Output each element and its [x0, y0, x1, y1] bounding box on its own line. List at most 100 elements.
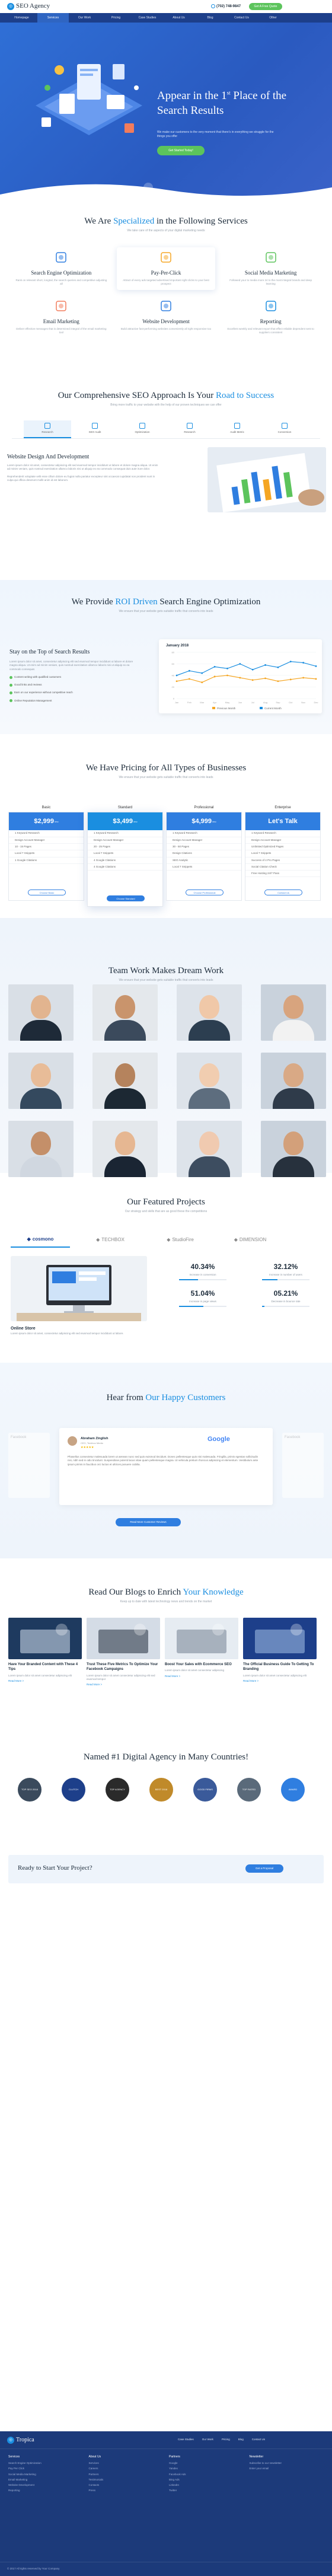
isometric-illustration — [36, 64, 142, 135]
footer: ◎ Tropica Case Studies Our Work Pricing Blog… — [0, 2431, 332, 2576]
read-more-link[interactable]: Read More > — [165, 1675, 238, 1678]
footer-link[interactable]: Social Media Marketing — [8, 2473, 83, 2476]
footer-link[interactable]: Our Work — [202, 2438, 213, 2441]
testimonial-side-left[interactable]: Facebook — [8, 1433, 50, 1498]
blog-image — [165, 1618, 238, 1659]
testimonial-side-right[interactable]: Facebook — [282, 1433, 324, 1498]
footer-logo[interactable]: ◎ Tropica — [7, 2436, 34, 2444]
tab-optimization[interactable]: Optimization — [119, 420, 166, 438]
tab-research[interactable]: Research — [24, 420, 71, 438]
team-member-photo[interactable] — [261, 984, 326, 1041]
nav-item-case-studies[interactable]: Case Studies — [132, 13, 163, 23]
nav-item-services[interactable]: Services — [37, 13, 69, 23]
nav-item-homepage[interactable]: Homepage — [6, 13, 37, 23]
blog-excerpt: Lorem ipsum dolor sit amet consectetur a… — [87, 1673, 155, 1681]
tab-audit-metric[interactable]: Audit Metric — [213, 420, 261, 438]
plan-button[interactable]: Contact Us — [264, 890, 302, 896]
team-subtitle: We ensure that your website gets suitabl… — [119, 978, 213, 982]
footer-link[interactable]: Email Marketing — [8, 2478, 83, 2482]
read-more-link[interactable]: Read More > — [87, 1683, 160, 1686]
reviewer-role: CEO, Techbox Media — [81, 1442, 103, 1445]
stat-block: 51.04% Increase in page views — [167, 1289, 238, 1308]
service-card[interactable]: Search Engine Optimization Rank on releva… — [12, 247, 111, 290]
read-reviews-button[interactable]: Read More Customer Reviews — [116, 1518, 181, 1526]
team-member-photo[interactable] — [92, 984, 158, 1041]
footer-link[interactable]: Twitter — [169, 2489, 244, 2492]
nav-item-pricing[interactable]: Pricing — [100, 13, 132, 23]
service-card[interactable]: Reporting Excellent weekly and relevant r… — [221, 296, 320, 339]
footer-link[interactable]: Case Studies — [178, 2438, 194, 2441]
team-member-photo[interactable] — [8, 1053, 74, 1109]
footer-link[interactable]: Blog — [238, 2438, 244, 2441]
footer-link[interactable]: Reporting — [8, 2489, 83, 2492]
stat-progress-fill — [262, 1306, 264, 1308]
footer-link[interactable]: Google — [169, 2462, 244, 2465]
footer-link[interactable]: Pricing — [222, 2438, 230, 2441]
team-member-photo[interactable] — [8, 1121, 74, 1177]
pricing-plan-enterprise: Enterprise Let's Talk 1 Keyword Research De… — [245, 805, 321, 907]
footer-link[interactable]: Subscribe to our newsletter — [250, 2462, 324, 2465]
blog-post[interactable]: The Official Business Guide To Getting T… — [243, 1618, 317, 1730]
nav-item-about-us[interactable]: About Us — [163, 13, 194, 23]
team-member-photo[interactable] — [177, 984, 242, 1041]
service-card[interactable]: Pay-Per-Click Attract of every ads target… — [117, 247, 216, 290]
read-more-link[interactable]: Read More > — [8, 1679, 82, 1683]
service-card[interactable]: Website Development Build attractive fast… — [117, 296, 216, 339]
team-member-photo[interactable] — [92, 1053, 158, 1109]
tab-research[interactable]: Research — [166, 420, 213, 438]
blog-post[interactable]: Boost Your Sales with Ecommerce SEO Lorem… — [165, 1618, 238, 1730]
footer-link[interactable]: Bing Ads — [169, 2478, 244, 2482]
phone-number[interactable]: (702) 748-9847 — [211, 4, 241, 9]
team-member-photo[interactable] — [177, 1121, 242, 1177]
project-logo-dimension[interactable]: ◆ DIMENSION — [221, 1232, 280, 1248]
footer-link[interactable]: Search Engine Optimization — [8, 2462, 83, 2465]
team-member-photo[interactable] — [177, 1053, 242, 1109]
projects-section: Our Featured Projects Our strategy and s… — [0, 1173, 332, 1363]
get-started-button[interactable]: Get Started Today! — [157, 146, 205, 155]
footer-link[interactable]: Enter your email — [250, 2467, 324, 2470]
project-logo-studiofire[interactable]: ◆ StudioFire — [151, 1232, 210, 1248]
plan-button[interactable]: Choose Standard — [107, 895, 145, 902]
project-logo-techbox[interactable]: ◆ TECHBOX — [81, 1232, 140, 1248]
footer-link[interactable]: Yandex — [169, 2467, 244, 2470]
service-card[interactable]: Social Media Marketing Followed your to m… — [221, 247, 320, 290]
list-item: Content writing with qualified customers — [9, 675, 140, 679]
footer-link[interactable]: Contact Us — [252, 2438, 265, 2441]
team-member-photo[interactable] — [8, 984, 74, 1041]
tab-conversion[interactable]: Conversion — [261, 420, 308, 438]
nav-item-contact-us[interactable]: Contact Us — [226, 13, 257, 23]
footer-link[interactable]: Pay Per Click — [8, 2467, 83, 2470]
approach-section: Our Comprehensive SEO Approach Is Your R… — [0, 390, 332, 580]
brand-logo[interactable]: ◎ SEO Agency — [7, 2, 50, 11]
nav-item-blog[interactable]: Blog — [194, 13, 226, 23]
footer-link[interactable]: Facebook Ads — [169, 2473, 244, 2476]
footer-link[interactable]: Partners — [89, 2473, 164, 2476]
footer-link[interactable]: Contacts — [89, 2483, 164, 2487]
free-quote-button[interactable]: Get A Free Quote — [249, 3, 282, 10]
footer-link[interactable]: Services — [89, 2462, 164, 2465]
tab-seo-audit[interactable]: SEO Audit — [71, 420, 119, 438]
read-more-link[interactable]: Read More > — [243, 1679, 317, 1683]
service-card[interactable]: Email Marketing Deliver effective message… — [12, 296, 111, 339]
footer-link[interactable]: LinkedIn — [169, 2483, 244, 2487]
get-proposal-button[interactable]: Get a Proposal — [245, 1864, 283, 1873]
nav-item-our-work[interactable]: Our Work — [69, 13, 100, 23]
footer-link[interactable]: Press — [89, 2489, 164, 2492]
footer-link[interactable]: Careers — [89, 2467, 164, 2470]
nav-item-other[interactable]: Other — [257, 13, 289, 23]
team-member-photo[interactable] — [92, 1121, 158, 1177]
plan-button[interactable]: Choose Basic — [28, 890, 66, 896]
footer-link[interactable]: Website Development — [8, 2483, 83, 2487]
service-icon — [161, 300, 171, 311]
plan-button[interactable]: Choose Professional — [186, 890, 224, 896]
blog-post[interactable]: Trust These Five Metrics To Optimize You… — [87, 1618, 160, 1730]
blog-post[interactable]: Have Your Branded Content with These 4 T… — [8, 1618, 82, 1730]
award-badge: TOP SEO 2018 — [18, 1778, 42, 1802]
team-member-photo[interactable] — [261, 1053, 326, 1109]
award-badge: GOOD FIRMS — [193, 1778, 217, 1802]
tab-icon — [282, 423, 288, 429]
footer-link[interactable]: Testimonials — [89, 2478, 164, 2482]
data-point — [277, 666, 279, 668]
project-logo-cosmono[interactable]: ◆ cosmono — [11, 1232, 70, 1248]
team-member-photo[interactable] — [261, 1121, 326, 1177]
